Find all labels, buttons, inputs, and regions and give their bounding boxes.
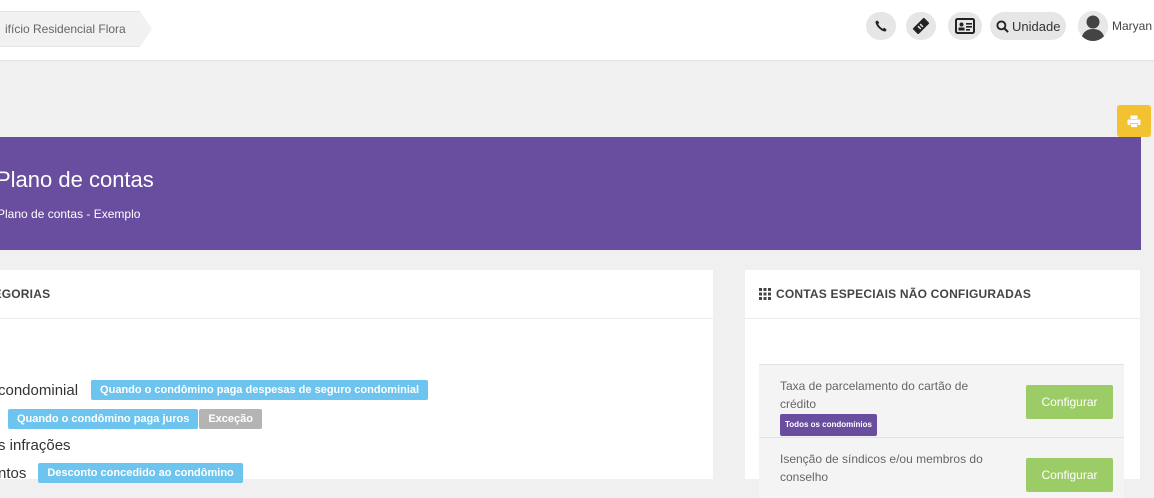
category-row[interactable]: s infrações [0, 437, 71, 454]
id-card-icon [955, 18, 975, 34]
avatar [1078, 11, 1108, 41]
top-bar: ifício Residencial Flora Unidade Maryan [0, 0, 1154, 61]
category-badge: Desconto concedido ao condômino [38, 463, 243, 483]
id-card-button[interactable] [948, 12, 982, 40]
category-label: s infrações [0, 437, 71, 454]
page-subtitle: Plano de contas - Exemplo [0, 207, 141, 221]
user-name: Maryan [1112, 19, 1153, 33]
category-badge: Quando o condômino paga despesas de segu… [91, 380, 429, 400]
search-icon [996, 19, 1009, 33]
categories-panel: TEGORIAS condominial Quando o condômino … [0, 270, 713, 483]
special-accounts-title: CONTAS ESPECIAIS NÃO CONFIGURADAS [776, 287, 1032, 301]
phone-button[interactable] [866, 12, 896, 40]
exception-badge: Exceção [199, 409, 262, 429]
page-header-banner: Plano de contas Plano de contas - Exempl… [0, 137, 1141, 250]
special-account-name: Isenção de síndicos e/ou membros do cons… [780, 452, 983, 484]
unit-search-button[interactable]: Unidade [990, 12, 1067, 40]
special-account-name: Taxa de parcelamento do cartão de crédit… [780, 379, 969, 411]
page-title: Plano de contas [0, 167, 154, 192]
categories-panel-header: TEGORIAS [0, 270, 713, 319]
phone-icon [875, 20, 887, 32]
scope-badge: Todos os condomínios [780, 414, 877, 436]
category-row[interactable]: ntos Desconto concedido ao condômino [0, 463, 243, 483]
user-silhouette-icon [1078, 11, 1108, 41]
configure-button[interactable]: Configurar [1026, 458, 1113, 492]
category-label: condominial [0, 381, 79, 399]
ticket-button[interactable] [906, 12, 936, 40]
print-button[interactable] [1117, 105, 1151, 137]
user-menu[interactable]: Maryan [1078, 9, 1152, 43]
ticket-icon [912, 18, 930, 34]
category-row[interactable]: condominial Quando o condômino paga desp… [0, 380, 429, 400]
category-row[interactable]: Quando o condômino paga juros Exceção [8, 409, 262, 429]
unit-search-label: Unidade [1012, 18, 1061, 34]
special-account-item: Isenção de síndicos e/ou membros do cons… [759, 437, 1124, 498]
breadcrumb[interactable]: ifício Residencial Flora [0, 11, 152, 47]
grid-icon [759, 288, 771, 300]
category-badge: Quando o condômino paga juros [8, 409, 199, 429]
special-account-item: Taxa de parcelamento do cartão de crédit… [759, 364, 1124, 437]
special-account-text: Taxa de parcelamento do cartão de crédit… [780, 377, 990, 436]
special-accounts-panel-header: CONTAS ESPECIAIS NÃO CONFIGURADAS [745, 270, 1140, 319]
special-account-text: Isenção de síndicos e/ou membros do cons… [780, 450, 990, 486]
configure-button[interactable]: Configurar [1026, 385, 1113, 419]
print-icon [1127, 115, 1141, 128]
special-accounts-panel: CONTAS ESPECIAIS NÃO CONFIGURADAS Taxa d… [745, 270, 1140, 498]
